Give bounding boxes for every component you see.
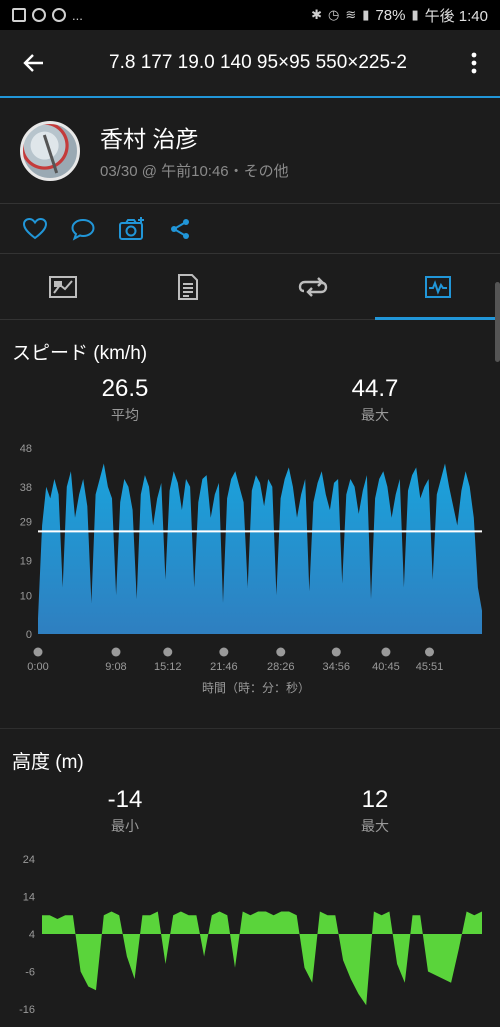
avatar[interactable]	[20, 120, 80, 181]
details-icon	[177, 273, 198, 300]
speed-x-tick-1: 9:08	[105, 661, 126, 673]
activity-date-type: 03/30 @ 午前10:46・その他	[100, 163, 289, 180]
scrollbar[interactable]	[495, 282, 500, 362]
share-icon[interactable]	[168, 217, 192, 241]
tab-details[interactable]	[125, 254, 250, 319]
elevation-max: 12 最大	[250, 786, 500, 836]
speed-title: スピード (km/h)	[12, 343, 148, 364]
speed-x-tick-7: 45:51	[416, 661, 444, 673]
tab-laps[interactable]	[250, 254, 375, 319]
elevation-title: 高度 (m)	[12, 752, 84, 773]
speed-x-tick-dot-7	[424, 647, 434, 657]
heart-icon[interactable]	[22, 217, 48, 241]
bluetooth-icon: ✱	[311, 7, 323, 22]
speed-y-tick-2: 19	[20, 555, 32, 567]
elevation-min: -14 最小	[0, 786, 250, 836]
refresh-notification-icon	[52, 8, 66, 22]
battery-level: 78%	[375, 6, 406, 24]
speed-max-label: 最大	[361, 407, 389, 423]
back-arrow-icon	[23, 54, 43, 72]
elevation-y-tick-0: -16	[19, 1004, 35, 1016]
app-bar: 7.8 177 19.0 140 95×95 550×225-2	[0, 30, 500, 98]
speed-x-tick-dot-3	[219, 647, 229, 657]
activity-tabs	[0, 254, 500, 320]
speed-max: 44.7 最大	[250, 375, 500, 425]
map-icon	[48, 275, 77, 298]
status-left: ...	[12, 8, 83, 23]
social-actions	[0, 204, 500, 254]
tab-charts[interactable]	[375, 254, 500, 320]
speed-x-tick-0: 0:00	[27, 661, 48, 673]
elevation-area-series	[42, 911, 482, 1006]
speed-y-tick-0: 0	[26, 629, 32, 641]
tab-map[interactable]	[0, 254, 125, 319]
alarm-icon: ◷	[328, 7, 340, 22]
status-right: ✱ ◷ ≋ ▮ 78% ▮ 午後 1:40	[311, 5, 488, 26]
speed-x-tick-dot-4	[276, 647, 286, 657]
speed-x-tick-6: 40:45	[372, 661, 400, 673]
speed-avg-value: 26.5	[101, 375, 149, 402]
speed-chart-svg: 0 10 19 29 38 48 0:00 9:08 15:12 21:46 28:26 34:56 4…	[20, 443, 482, 695]
speed-section: スピード (km/h) 26.5 平均 44.7 最大 0 10 19 29 38 48 0…	[0, 320, 500, 728]
elevation-min-value: -14	[107, 786, 143, 813]
speed-x-tick-3: 21:46	[210, 661, 238, 673]
speed-x-tick-dot-2	[163, 647, 173, 657]
speed-avg: 26.5 平均	[0, 375, 250, 425]
speed-y-tick-5: 48	[20, 443, 32, 455]
laps-icon	[298, 276, 327, 297]
elevation-min-label: 最小	[111, 818, 139, 834]
elevation-y-tick-3: 14	[23, 892, 35, 904]
speed-area-series	[38, 463, 482, 634]
speed-x-tick-4: 28:26	[267, 661, 295, 673]
chart-icon	[424, 275, 451, 298]
clock: 午後 1:40	[424, 7, 488, 25]
owner-name: 香村 治彦	[100, 126, 199, 152]
battery-icon: ▮	[411, 7, 419, 22]
speed-avg-label: 平均	[111, 407, 139, 423]
speed-x-tick-dot-5	[331, 647, 341, 657]
speed-y-tick-4: 38	[20, 482, 32, 494]
more-options-button[interactable]	[462, 43, 486, 83]
wifi-icon: ≋	[345, 7, 357, 22]
speed-chart[interactable]: 0 10 19 29 38 48 0:00 9:08 15:12 21:46 28:26 34:56 4…	[0, 436, 500, 696]
speed-x-axis-label: 時間（時：分：秒）	[202, 681, 310, 695]
speed-x-tick-2: 15:12	[154, 661, 182, 673]
activity-title: 7.8 177 19.0 140 95×95 550×225-2	[109, 52, 407, 73]
speed-x-tick-5: 34:56	[323, 661, 351, 673]
elevation-max-value: 12	[361, 786, 389, 813]
elevation-y-tick-4: 24	[23, 854, 35, 866]
more-notifications-indicator: ...	[72, 7, 83, 23]
speed-x-tick-dot-6	[381, 647, 391, 657]
sync-notification-icon	[32, 8, 46, 22]
speed-x-tick-dot-1	[111, 647, 121, 657]
owner-info: 香村 治彦 03/30 @ 午前10:46・その他	[100, 120, 289, 181]
activity-owner: 香村 治彦 03/30 @ 午前10:46・その他	[0, 98, 500, 204]
comment-icon[interactable]	[70, 217, 96, 241]
elevation-y-tick-1: -6	[25, 967, 35, 979]
elevation-section: 高度 (m) -14 最小 12 最大 -16 -6 4 14 24	[0, 729, 500, 1019]
signal-icon: ▮	[362, 7, 370, 22]
gallery-notification-icon	[12, 8, 26, 22]
back-button[interactable]	[14, 43, 54, 83]
camera-add-icon[interactable]	[118, 216, 146, 242]
speed-x-tick-dot-0	[33, 647, 43, 657]
elevation-chart[interactable]: -16 -6 4 14 24	[0, 847, 500, 1017]
speed-y-tick-1: 10	[20, 590, 32, 602]
speed-stats: 26.5 平均 44.7 最大	[0, 375, 500, 425]
elevation-stats: -14 最小 12 最大	[0, 786, 500, 836]
speed-y-tick-3: 29	[20, 517, 32, 529]
elevation-chart-svg: -16 -6 4 14 24	[19, 854, 482, 1016]
more-vert-icon	[471, 52, 477, 74]
elevation-max-label: 最大	[361, 818, 389, 834]
speed-max-value: 44.7	[351, 375, 399, 402]
status-bar: ... ✱ ◷ ≋ ▮ 78% ▮ 午後 1:40	[0, 0, 500, 30]
elevation-y-tick-2: 4	[29, 929, 35, 941]
